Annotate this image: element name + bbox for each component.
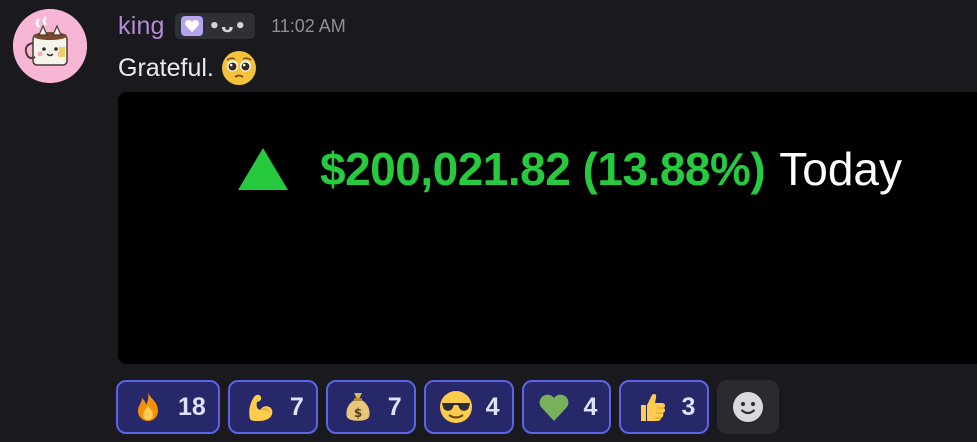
svg-text:$: $ <box>354 406 362 420</box>
message-header: king •ᴗ• 11:02 AM <box>118 10 346 42</box>
add-reaction-button[interactable] <box>717 380 780 434</box>
chat-message: king •ᴗ• 11:02 AM Grateful. $200,021.82 … <box>0 0 977 442</box>
stock-gain-row: $200,021.82 (13.88%) Today <box>236 138 902 200</box>
user-tag-text: •ᴗ• <box>208 15 248 37</box>
gain-period: Today <box>779 143 902 195</box>
reaction-count: 4 <box>583 392 598 421</box>
fire-icon <box>138 392 158 421</box>
user-tag[interactable]: •ᴗ• <box>174 13 256 39</box>
reaction-sunglasses-face[interactable]: 4 <box>423 380 514 434</box>
pleading-face-icon[interactable] <box>220 49 258 87</box>
username[interactable]: king <box>118 12 165 41</box>
reaction-flexed-biceps[interactable]: 7 <box>227 380 318 434</box>
reaction-count: 3 <box>681 392 696 421</box>
reaction-count: 7 <box>387 392 402 421</box>
message-content: Grateful. <box>118 48 258 88</box>
thumbs-up-icon <box>641 394 666 421</box>
add-reaction-icon <box>733 392 764 422</box>
avatar[interactable] <box>13 9 87 83</box>
message-text: Grateful. <box>118 53 214 82</box>
reaction-thumbs-up[interactable]: 3 <box>619 380 710 434</box>
flexed-biceps-icon <box>249 394 273 421</box>
reaction-count: 18 <box>178 392 206 421</box>
reaction-count: 7 <box>289 392 304 421</box>
cat-mug-avatar-icon <box>13 9 87 83</box>
purple-heart-icon <box>180 16 203 36</box>
reaction-count: 4 <box>485 392 500 421</box>
reaction-green-heart[interactable]: 4 <box>521 380 612 434</box>
stock-embed[interactable]: $200,021.82 (13.88%) Today <box>118 92 977 364</box>
green-heart-icon <box>539 394 568 421</box>
gain-amount: $200,021.82 (13.88%) <box>320 143 766 195</box>
message-timestamp[interactable]: 11:02 AM <box>271 16 346 37</box>
money-bag-icon: $ <box>346 393 370 421</box>
reaction-fire[interactable]: 18 <box>116 380 220 434</box>
reactions-bar: 18 7 $ 7 4 4 3 <box>116 380 780 434</box>
up-arrow-icon <box>238 148 288 190</box>
sunglasses-face-icon <box>439 391 472 423</box>
reaction-money-bag[interactable]: $ 7 <box>325 380 416 434</box>
